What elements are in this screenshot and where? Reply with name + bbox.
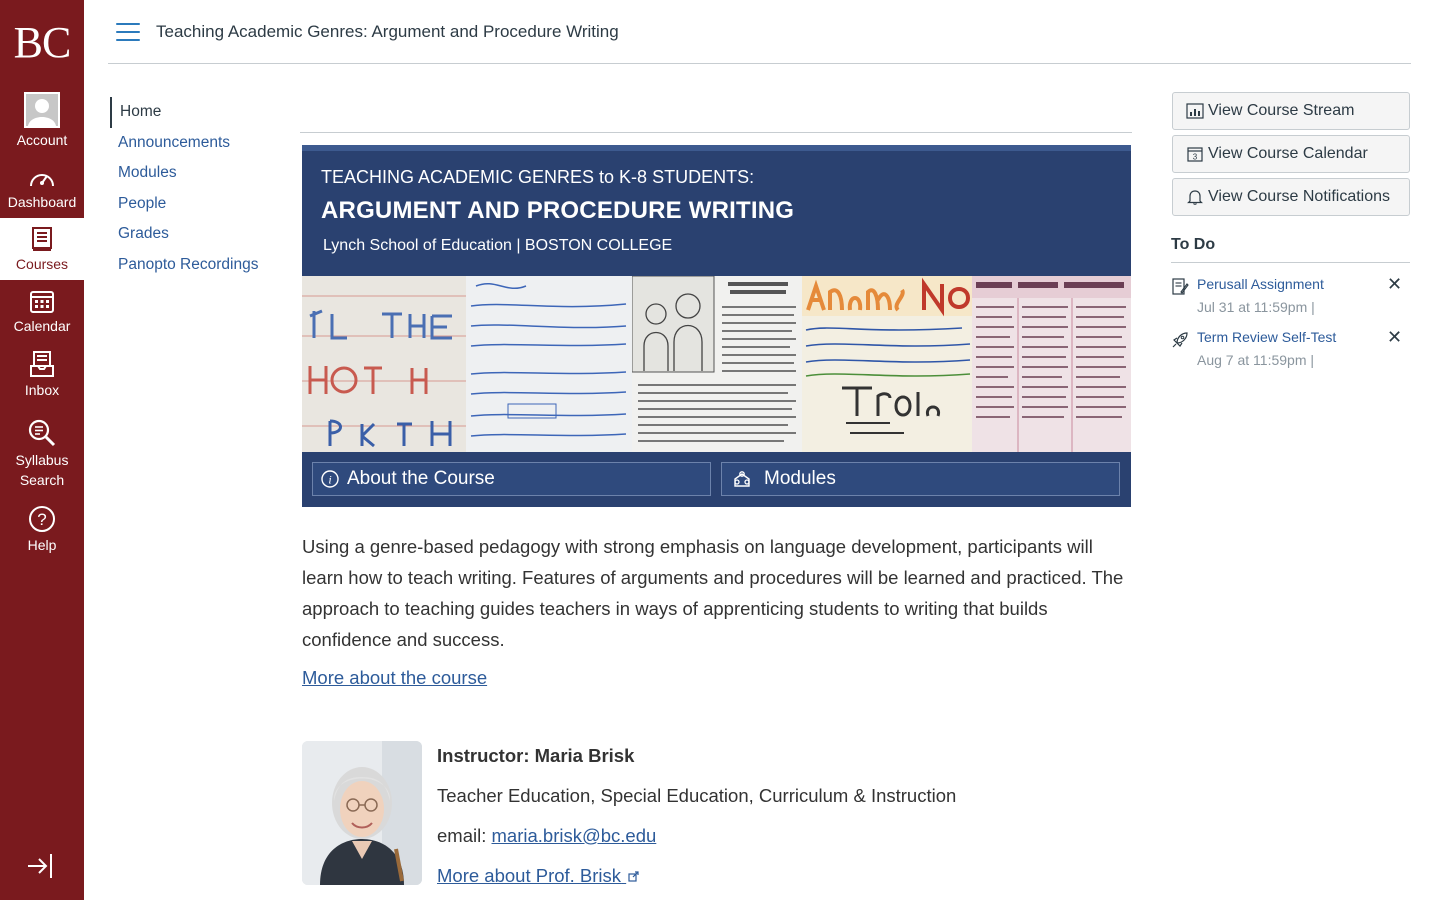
view-course-notifications-label: View Course Notifications xyxy=(1208,188,1391,205)
global-nav-courses-label: Courses xyxy=(15,256,69,272)
global-nav-account-label: Account xyxy=(16,132,68,148)
view-course-stream-label: View Course Stream xyxy=(1208,102,1355,119)
global-nav-syllabus-search[interactable]: Syllabus Search xyxy=(0,416,84,500)
more-about-instructor-label: More about Prof. Brisk xyxy=(437,865,622,886)
course-nav-home[interactable]: Home xyxy=(110,97,280,128)
course-nav: Home Announcements Modules People Grades… xyxy=(110,97,280,280)
course-nav-people[interactable]: People xyxy=(110,189,280,220)
more-about-instructor-link[interactable]: More about Prof. Brisk xyxy=(437,865,639,887)
dismiss-todo-icon[interactable]: ✕ xyxy=(1387,327,1402,348)
svg-text:3: 3 xyxy=(1193,153,1198,162)
courses-icon xyxy=(32,227,52,251)
global-nav-calendar[interactable]: Calendar xyxy=(0,282,84,342)
dashboard-icon xyxy=(30,174,54,187)
global-nav-help[interactable]: ? Help xyxy=(0,505,84,565)
student-writing-photo-5 xyxy=(972,276,1131,452)
todo-item-link[interactable]: Term Review Self-Test xyxy=(1197,329,1336,345)
instructor-email-link[interactable]: maria.brisk@bc.edu xyxy=(492,825,657,846)
syllabus-search-icon xyxy=(28,419,56,447)
todo-item-link[interactable]: Perusall Assignment xyxy=(1197,276,1324,292)
quiz-rocket-icon xyxy=(1172,332,1188,348)
hamburger-menu-icon[interactable] xyxy=(112,20,144,44)
instructor-email-label: email: xyxy=(437,825,492,846)
bell-icon xyxy=(1187,190,1203,205)
collapse-nav-icon[interactable] xyxy=(24,850,56,882)
banner-subtitle: TEACHING ACADEMIC GENRES to K-8 STUDENTS… xyxy=(321,167,755,187)
instructor-email-row: email: maria.brisk@bc.edu xyxy=(437,825,656,847)
student-writing-photo-1 xyxy=(302,276,466,452)
external-link-icon xyxy=(628,871,639,882)
view-course-calendar-label: View Course Calendar xyxy=(1208,145,1368,162)
global-nav: BC Account Dashboard Courses Calendar In… xyxy=(0,0,84,900)
course-banner: TEACHING ACADEMIC GENRES to K-8 STUDENTS… xyxy=(302,145,1131,507)
banner-school: Lynch School of Education | BOSTON COLLE… xyxy=(323,237,673,254)
banner-title: ARGUMENT AND PROCEDURE WRITING xyxy=(321,197,795,224)
modules-icon xyxy=(734,471,750,487)
student-writing-photo-3 xyxy=(632,276,802,452)
instructor-department: Teacher Education, Special Education, Cu… xyxy=(437,785,957,806)
more-about-course-link[interactable]: More about the course xyxy=(302,667,487,689)
account-avatar-icon xyxy=(24,92,60,128)
todo-item-due: Aug 7 at 11:59pm | xyxy=(1197,352,1315,368)
banner-top-rule xyxy=(302,145,1131,151)
todo-heading: To Do xyxy=(1171,236,1216,253)
view-course-stream-button[interactable]: View Course Stream xyxy=(1172,92,1410,130)
todo-item-due: Jul 31 at 11:59pm | xyxy=(1197,299,1315,315)
help-icon: ? xyxy=(29,506,55,532)
view-course-calendar-button[interactable]: 3 View Course Calendar xyxy=(1172,135,1410,173)
global-nav-calendar-label: Calendar xyxy=(13,318,71,334)
dismiss-todo-icon[interactable]: ✕ xyxy=(1387,274,1402,295)
about-course-button[interactable]: i About the Course xyxy=(312,462,711,496)
student-writing-photo-2 xyxy=(466,276,632,452)
global-nav-inbox-label: Inbox xyxy=(24,382,60,398)
student-writing-photo-4 xyxy=(802,276,972,452)
svg-text:?: ? xyxy=(37,510,46,529)
course-nav-announcements[interactable]: Announcements xyxy=(110,128,280,159)
inbox-icon xyxy=(30,351,54,377)
instructor-name: Instructor: Maria Brisk xyxy=(437,745,635,766)
course-nav-modules[interactable]: Modules xyxy=(110,158,280,189)
stream-icon xyxy=(1186,103,1204,119)
assignment-icon xyxy=(1172,278,1189,295)
course-description: Using a genre-based pedagogy with strong… xyxy=(302,536,1124,650)
banner-photo-strip xyxy=(302,276,1131,452)
about-course-label: About the Course xyxy=(347,468,495,489)
todo-divider xyxy=(1171,262,1410,263)
svg-text:i: i xyxy=(328,473,331,487)
global-nav-inbox[interactable]: Inbox xyxy=(0,346,84,406)
global-nav-dashboard-label: Dashboard xyxy=(7,194,77,210)
todo-item: Perusall Assignment Jul 31 at 11:59pm | … xyxy=(1171,274,1411,322)
calendar-icon xyxy=(30,291,54,313)
course-header: Teaching Academic Genres: Argument and P… xyxy=(108,0,1411,64)
info-icon: i xyxy=(321,470,339,488)
modules-button[interactable]: Modules xyxy=(721,462,1120,496)
course-nav-grades[interactable]: Grades xyxy=(110,219,280,250)
global-nav-account[interactable]: Account xyxy=(0,84,84,154)
global-nav-dashboard[interactable]: Dashboard xyxy=(0,158,84,218)
main-divider xyxy=(300,132,1132,133)
breadcrumb[interactable]: Teaching Academic Genres: Argument and P… xyxy=(156,22,619,42)
global-nav-courses[interactable]: Courses xyxy=(0,218,84,280)
course-nav-panopto[interactable]: Panopto Recordings xyxy=(110,250,280,281)
todo-item: Term Review Self-Test Aug 7 at 11:59pm |… xyxy=(1171,327,1411,375)
calendar-small-icon: 3 xyxy=(1187,147,1203,162)
bc-logo[interactable]: BC xyxy=(0,0,84,84)
instructor-photo xyxy=(302,741,422,885)
global-nav-help-label: Help xyxy=(27,537,57,553)
view-course-notifications-button[interactable]: View Course Notifications xyxy=(1172,178,1410,216)
global-nav-syllabus-search-label: Syllabus Search xyxy=(15,452,69,488)
modules-label: Modules xyxy=(764,468,836,489)
